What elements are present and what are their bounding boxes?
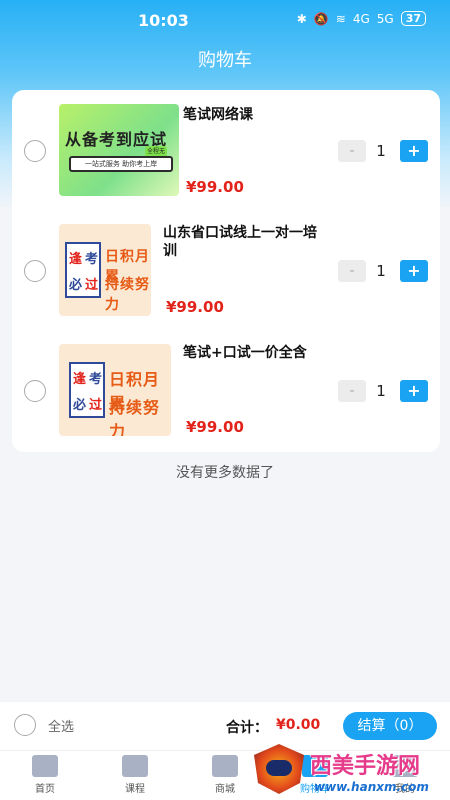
quantity-minus-button[interactable]: - (338, 260, 366, 282)
tab-label: 商城 (215, 784, 235, 795)
course-thumbnail[interactable]: 从备考到应试 全程无忧 一站式服务 助你考上岸 (59, 104, 179, 196)
item-select-checkbox[interactable] (24, 380, 46, 402)
item-price: ¥99.00 (186, 418, 244, 436)
quantity-plus-button[interactable]: + (400, 260, 428, 282)
cart-item: 从备考到应试 全程无忧 一站式服务 助你考上岸 笔试网络课 ¥99.00 - 1… (12, 90, 440, 210)
quantity-minus-button[interactable]: - (338, 380, 366, 402)
quantity-plus-button[interactable]: + (400, 380, 428, 402)
select-all-checkbox[interactable] (14, 714, 36, 736)
item-select-checkbox[interactable] (24, 140, 46, 162)
quantity-value: 1 (376, 262, 386, 280)
wifi-icon: ≋ (335, 11, 346, 26)
quantity-minus-button[interactable]: - (338, 140, 366, 162)
course-thumbnail[interactable]: 逢 考 必 过 日积月累 持续努力 (59, 344, 171, 436)
gamepad-icon (266, 760, 292, 776)
home-icon (32, 755, 58, 777)
item-title: 笔试网络课 (183, 107, 253, 123)
watermark: 西美手游网 www.hanxm.com (254, 742, 444, 800)
checkout-button[interactable]: 结算（0） (343, 712, 437, 740)
tab-course[interactable]: 课程 (100, 755, 170, 795)
mute-icon: 🔕 (313, 11, 329, 26)
thumbnail-line-2: 持续努力 (105, 277, 150, 313)
bluetooth-icon: ✱ (296, 11, 307, 26)
status-time: 10:03 (138, 11, 189, 30)
course-icon (122, 755, 148, 777)
tab-home[interactable]: 首页 (10, 755, 80, 795)
total-value: ¥0.00 (276, 717, 321, 733)
course-thumbnail[interactable]: 逢 考 必 过 日积月累 持续努力 (59, 224, 151, 316)
status-icons: ✱ 🔕 ≋ 4G 5G 37 (297, 11, 426, 26)
tab-store[interactable]: 商城 (190, 755, 260, 795)
battery-icon: 37 (400, 11, 426, 26)
select-all-label[interactable]: 全选 (48, 716, 74, 735)
item-price: ¥99.00 (166, 298, 224, 316)
quantity-value: 1 (376, 142, 386, 160)
item-select-checkbox[interactable] (24, 260, 46, 282)
cart-item: 逢 考 必 过 日积月累 持续努力 笔试+口试一价全含 ¥99.00 - 1 + (12, 330, 440, 450)
thumbnail-stamp: 逢 考 必 过 (65, 242, 101, 298)
quantity-plus-button[interactable]: + (400, 140, 428, 162)
item-title: 笔试+口试一价全含 (183, 345, 307, 361)
tab-label: 课程 (125, 784, 145, 795)
end-of-list-note: 没有更多数据了 (176, 465, 274, 481)
store-icon (212, 755, 238, 777)
signal-4g-icon: 4G (352, 11, 370, 26)
watermark-url: www.hanxm.com (314, 780, 429, 794)
cart-list: 从备考到应试 全程无忧 一站式服务 助你考上岸 笔试网络课 ¥99.00 - 1… (12, 90, 440, 452)
tab-label: 首页 (35, 784, 55, 795)
total-label: 合计： (226, 720, 268, 736)
thumbnail-banner: 一站式服务 助你考上岸 (69, 156, 173, 172)
item-title: 山东省口试线上一对一培训 (163, 225, 317, 259)
thumbnail-line-2: 持续努力 (109, 398, 161, 436)
status-bar: 10:03 ✱ 🔕 ≋ 4G 5G 37 (0, 0, 450, 40)
watermark-title: 西美手游网 (310, 754, 421, 779)
cart-item: 逢 考 必 过 日积月累 持续努力 山东省口试线上一对一培训 ¥99.00 - … (12, 210, 440, 330)
signal-5g-icon: 5G (376, 11, 394, 26)
page-title: 购物车 (198, 50, 252, 71)
quantity-value: 1 (376, 382, 386, 400)
item-price: ¥99.00 (186, 178, 244, 196)
thumbnail-stamp: 逢 考 必 过 (69, 362, 105, 418)
